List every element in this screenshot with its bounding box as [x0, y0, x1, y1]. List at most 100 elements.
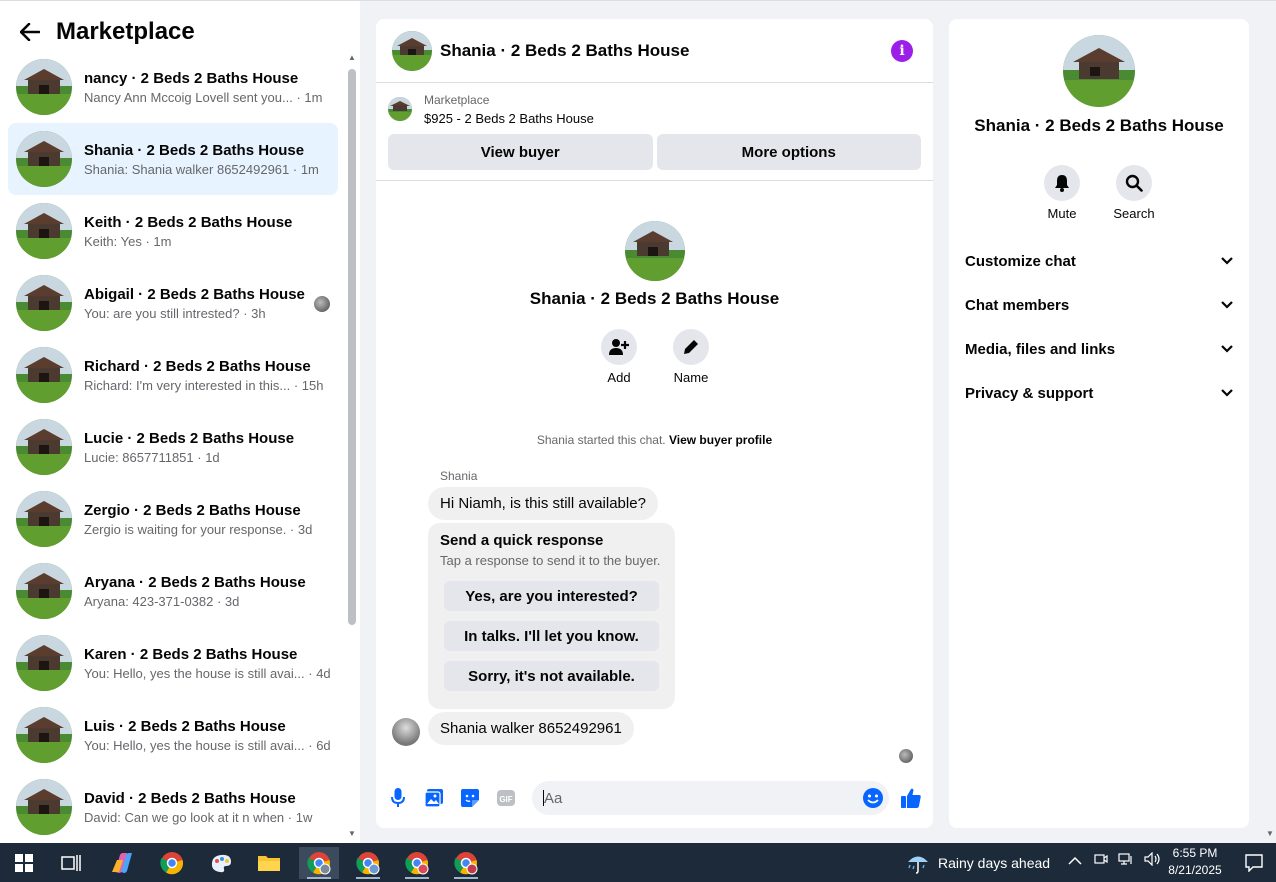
page-title: Marketplace — [56, 18, 195, 45]
section-customize-chat[interactable]: Customize chat — [965, 239, 1233, 283]
meet-now-icon[interactable] — [1094, 852, 1108, 866]
emoji-icon[interactable] — [863, 788, 883, 808]
photo-icon[interactable] — [424, 788, 444, 808]
conversation-item[interactable]: Keith · 2 Beds 2 Baths House Keith: Yes ·… — [8, 195, 338, 267]
chrome-profile-2-icon[interactable] — [348, 847, 388, 879]
conversation-preview: Aryana: 423-371-0382 · 3d — [84, 593, 240, 609]
quick-response-card: Send a quick response Tap a response to … — [428, 523, 675, 709]
info-icon[interactable]: i — [891, 40, 913, 62]
conversation-item[interactable]: Karen · 2 Beds 2 Baths House You: Hello, … — [8, 627, 338, 699]
conversation-preview: Nancy Ann Mccoig Lovell sent you... · 1m — [84, 89, 323, 105]
chat-header: Shania · 2 Beds 2 Baths House i — [376, 19, 933, 83]
add-action[interactable]: Add — [589, 329, 649, 385]
page-scrollbar[interactable]: ▼ — [1264, 1, 1276, 844]
started-text: Shania started this chat. — [536, 433, 666, 447]
quick-response-title: Send a quick response — [440, 532, 604, 549]
scroll-down-icon[interactable]: ▼ — [1266, 829, 1274, 838]
more-options-button[interactable]: More options — [656, 134, 921, 170]
notification-icon[interactable] — [1234, 847, 1274, 879]
conversation-item[interactable]: Richard · 2 Beds 2 Baths House Richard: I… — [8, 339, 338, 411]
windows-taskbar: Rainy days ahead 6:55 PM 8/21/2025 — [0, 843, 1276, 882]
conversation-item[interactable]: Aryana · 2 Beds 2 Baths House Aryana: 423… — [8, 555, 338, 627]
bell-icon[interactable] — [1044, 165, 1080, 201]
conversation-item[interactable]: Lucie · 2 Beds 2 Baths House Lucie: 86577… — [8, 411, 338, 483]
listing-price[interactable]: $925 - 2 Beds 2 Baths House — [424, 111, 594, 126]
scroll-up-icon[interactable]: ▲ — [348, 53, 356, 62]
conversation-item[interactable]: Zergio · 2 Beds 2 Baths House Zergio is w… — [8, 483, 338, 555]
sender-avatar[interactable] — [392, 718, 420, 746]
chat-avatar[interactable] — [392, 30, 432, 71]
conversation-sidebar: Marketplace nancy · 2 Beds 2 Baths House… — [0, 1, 360, 844]
copilot-icon[interactable] — [102, 847, 142, 879]
quick-response-option[interactable]: Yes, are you interested? — [444, 581, 659, 611]
read-receipt-avatar — [314, 296, 330, 312]
chevron-up-icon[interactable] — [1068, 856, 1082, 866]
section-media-files-links[interactable]: Media, files and links — [965, 327, 1233, 371]
seen-receipt-avatar — [899, 749, 913, 763]
listing-thumbnail — [16, 347, 72, 403]
chrome-icon[interactable] — [152, 847, 192, 879]
taskbar-clock[interactable]: 6:55 PM 8/21/2025 — [1164, 845, 1226, 879]
sidebar-scrollbar[interactable]: ▲ ▼ — [345, 51, 359, 844]
quick-response-option[interactable]: Sorry, it's not available. — [444, 661, 659, 691]
quick-response-option[interactable]: In talks. I'll let you know. — [444, 621, 659, 651]
details-name: Shania · 2 Beds 2 Baths House — [974, 116, 1224, 135]
windows-start-icon[interactable] — [4, 847, 44, 879]
listing-thumbnail — [16, 491, 72, 547]
conversation-preview: David: Can we go look at it n when · 1w — [84, 809, 313, 825]
listing-thumbnail — [388, 97, 412, 121]
scroll-down-icon[interactable]: ▼ — [348, 829, 356, 838]
scrollbar-thumb[interactable] — [348, 69, 356, 625]
view-buyer-button[interactable]: View buyer — [388, 134, 653, 170]
message-bubble: Shania walker 8652492961 — [428, 712, 634, 745]
task-view-icon[interactable] — [51, 847, 91, 879]
chrome-profile-1-icon[interactable] — [299, 847, 339, 879]
paint-icon[interactable] — [201, 847, 241, 879]
network-icon[interactable] — [1118, 852, 1134, 866]
microphone-icon[interactable] — [388, 788, 408, 808]
name-action[interactable]: Name — [661, 329, 721, 385]
listing-thumbnail — [16, 419, 72, 475]
thumbs-up-icon[interactable] — [899, 788, 923, 808]
chrome-profile-4-icon[interactable] — [446, 847, 486, 879]
section-chat-members[interactable]: Chat members — [965, 283, 1233, 327]
file-explorer-icon[interactable] — [249, 847, 289, 879]
chevron-down-icon — [1221, 301, 1233, 309]
message-input-container[interactable] — [532, 781, 889, 815]
add-person-icon[interactable] — [601, 329, 637, 365]
listing-thumbnail — [16, 563, 72, 619]
gif-icon[interactable]: GIF — [496, 788, 516, 808]
view-buyer-profile-link[interactable]: View buyer profile — [669, 433, 772, 447]
search-action[interactable]: Search — [1104, 165, 1164, 221]
mute-action[interactable]: Mute — [1032, 165, 1092, 221]
chrome-profile-3-icon[interactable] — [397, 847, 437, 879]
conversation-name: Keith · 2 Beds 2 Baths House — [84, 213, 293, 231]
conversation-name: Karen · 2 Beds 2 Baths House — [84, 645, 298, 663]
chat-profile-name: Shania · 2 Beds 2 Baths House — [529, 289, 780, 308]
listing-thumbnail — [16, 131, 72, 187]
conversation-item[interactable]: Abigail · 2 Beds 2 Baths House You: are y… — [8, 267, 338, 339]
mute-label: Mute — [1047, 206, 1077, 221]
conversation-item[interactable]: Luis · 2 Beds 2 Baths House You: Hello, y… — [8, 699, 338, 771]
conversation-name: David · 2 Beds 2 Baths House — [84, 789, 296, 807]
listing-thumbnail — [16, 779, 72, 835]
conversation-item[interactable]: David · 2 Beds 2 Baths House David: Can w… — [8, 771, 338, 843]
conversation-item-active[interactable]: Shania · 2 Beds 2 Baths House Shania: Sha… — [8, 123, 338, 195]
system-tray — [1068, 851, 1162, 869]
conversation-preview: You: are you still intrested? · 3h — [84, 305, 266, 321]
conversation-name: Luis · 2 Beds 2 Baths House — [84, 717, 286, 735]
message-input[interactable] — [544, 781, 844, 815]
conversation-item[interactable]: nancy · 2 Beds 2 Baths House Nancy Ann Mc… — [8, 51, 338, 123]
sticker-icon[interactable] — [460, 788, 480, 808]
volume-icon[interactable] — [1144, 851, 1162, 867]
quick-response-subtitle: Tap a response to send it to the buyer. — [440, 553, 661, 568]
weather-widget[interactable]: Rainy days ahead — [906, 851, 1050, 875]
search-icon[interactable] — [1116, 165, 1152, 201]
section-privacy-support[interactable]: Privacy & support — [965, 371, 1233, 415]
pencil-icon[interactable] — [673, 329, 709, 365]
conversation-preview: Zergio is waiting for your response. · 3… — [84, 521, 313, 537]
messenger-window: Marketplace nancy · 2 Beds 2 Baths House… — [0, 0, 1276, 844]
listing-thumbnail — [16, 203, 72, 259]
chat-title[interactable]: Shania · 2 Beds 2 Baths House — [440, 41, 689, 61]
back-arrow-icon[interactable] — [12, 14, 48, 50]
